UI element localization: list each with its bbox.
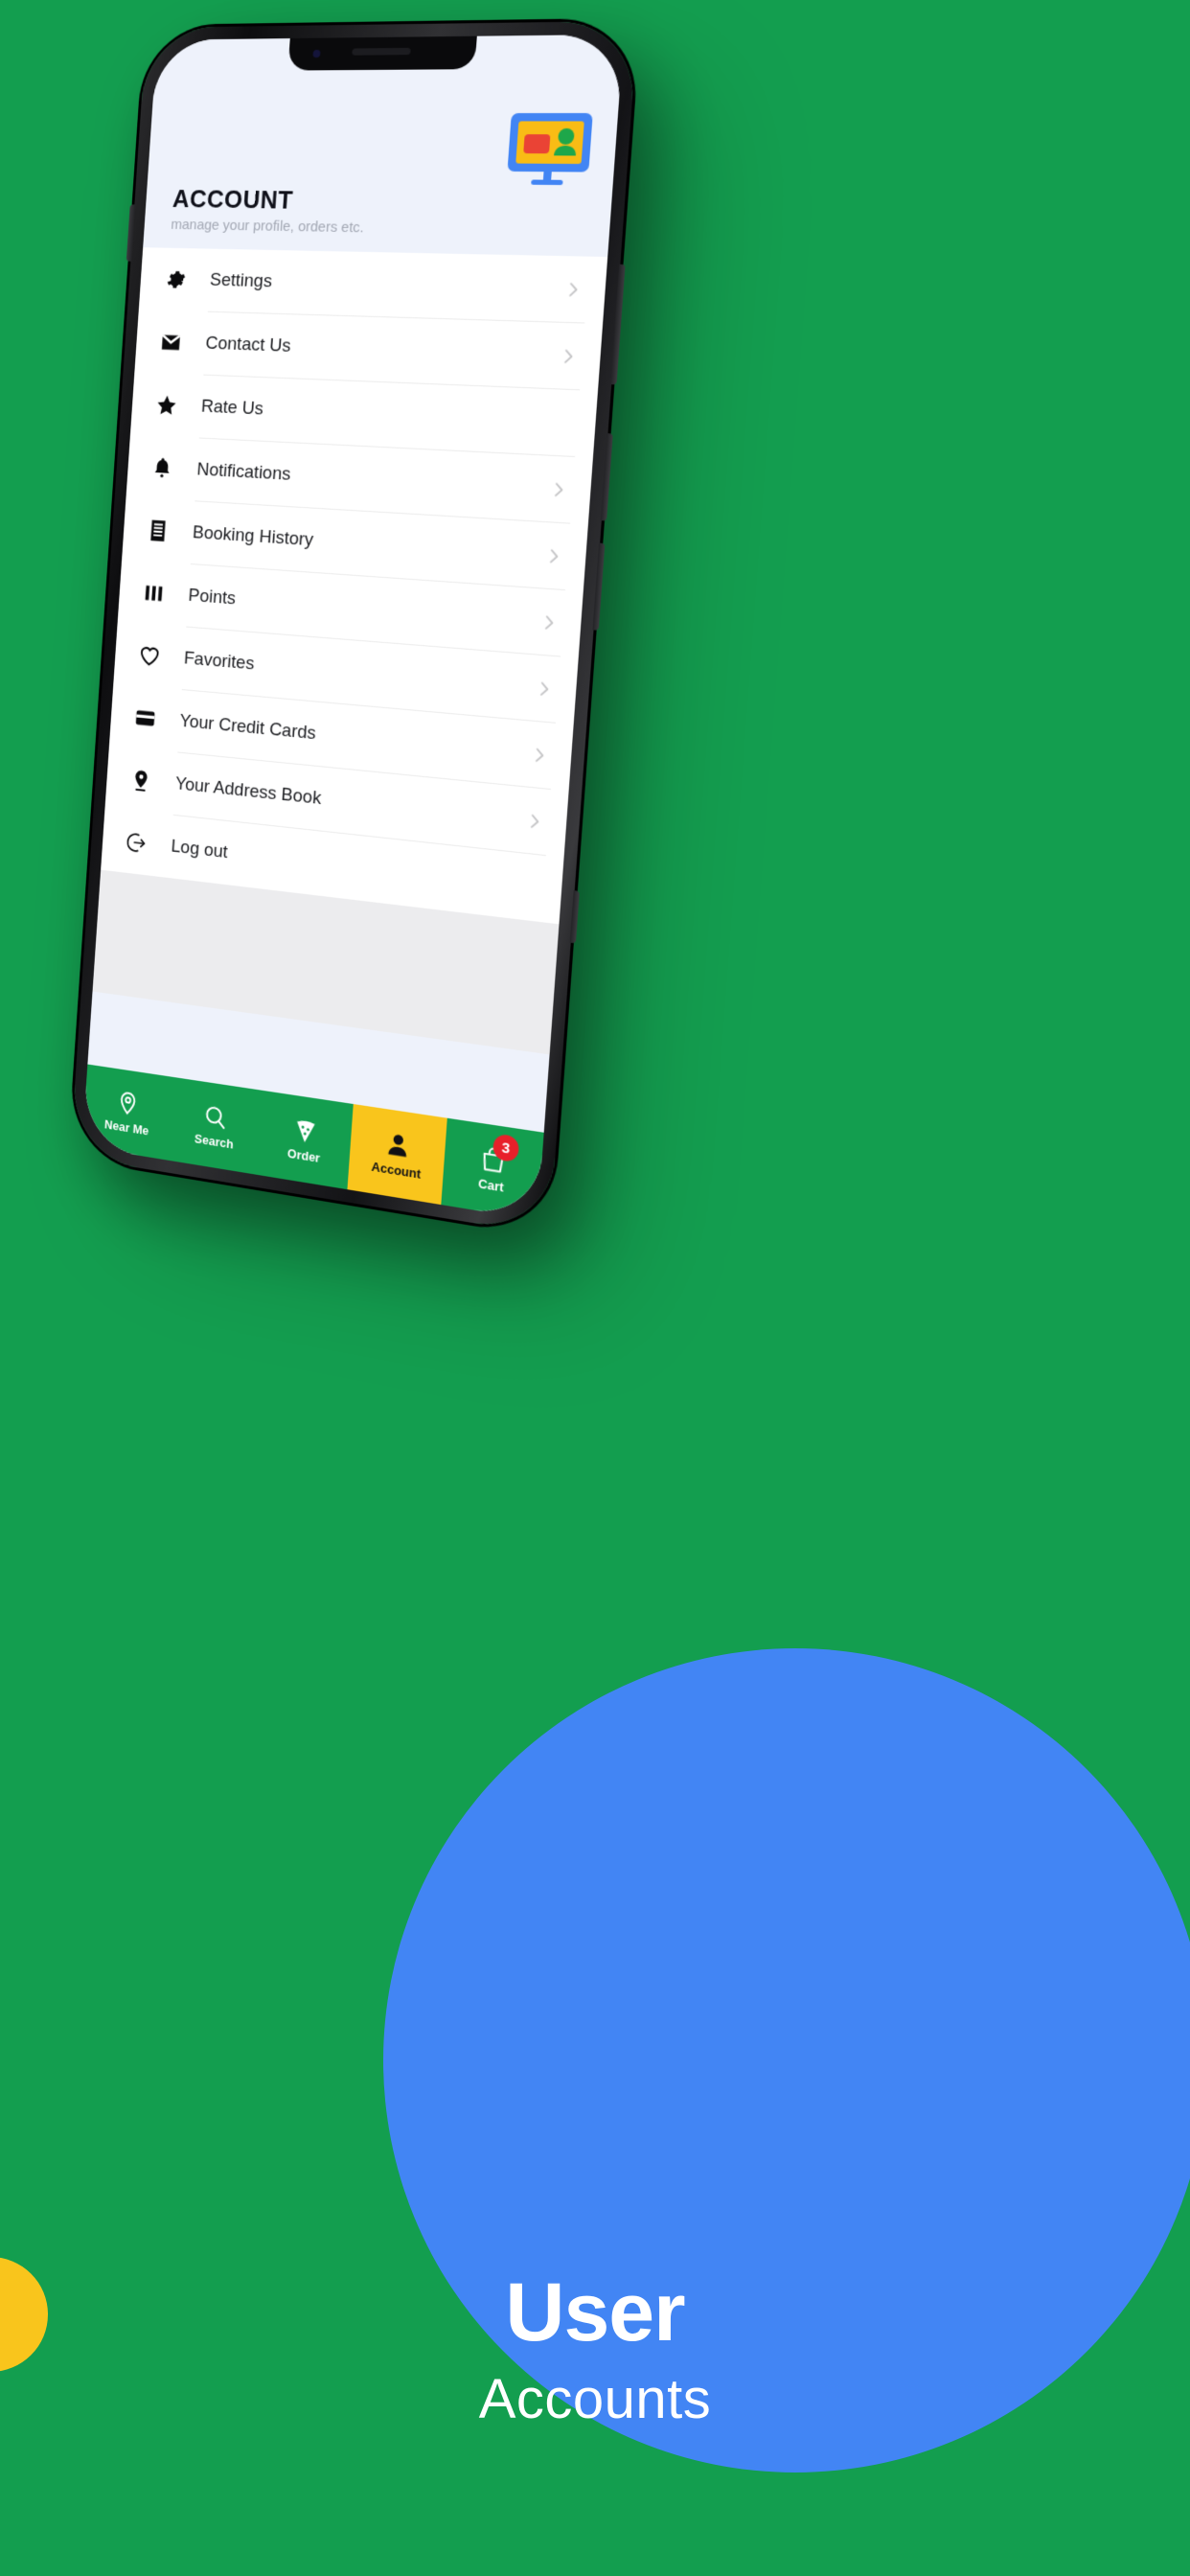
phone-notch	[287, 35, 477, 71]
phone-volume-down-button[interactable]	[592, 542, 606, 631]
pizza-slice-icon	[291, 1116, 319, 1146]
page-subtitle: manage your profile, orders etc.	[170, 216, 365, 237]
header-text-block: ACCOUNT manage your profile, orders etc.	[171, 184, 367, 236]
caption-subtitle: Accounts	[478, 2368, 712, 2430]
chevron-right-icon	[543, 545, 564, 566]
heart-icon	[137, 642, 177, 670]
chevron-right-icon	[524, 811, 545, 833]
front-camera-icon	[312, 49, 321, 58]
nav-item-near-me[interactable]: Near Me	[82, 1065, 174, 1161]
gear-icon	[163, 267, 204, 293]
nav-item-label: Near Me	[103, 1116, 149, 1138]
map-pin-outline-icon	[115, 1088, 141, 1117]
chevron-right-icon	[562, 279, 584, 300]
nav-item-search[interactable]: Search	[168, 1077, 263, 1175]
phone-mute-switch[interactable]	[126, 204, 136, 262]
logout-icon	[125, 829, 165, 858]
phone-side-button[interactable]	[569, 890, 580, 944]
person-icon	[383, 1129, 412, 1161]
nav-item-label: Order	[286, 1145, 321, 1165]
bell-icon	[150, 455, 191, 482]
chevron-right-icon	[558, 346, 579, 367]
phone-screen: ACCOUNT manage your profile, orders etc.…	[81, 34, 625, 1221]
earpiece-speaker	[352, 47, 411, 56]
bars-icon	[142, 580, 182, 608]
caption-block: User Accounts	[0, 2271, 1190, 2431]
nav-item-label: Cart	[477, 1175, 505, 1195]
nav-item-cart[interactable]: 3 Cart	[442, 1118, 544, 1221]
phone-body: ACCOUNT manage your profile, orders etc.…	[70, 20, 638, 1236]
credit-card-icon	[133, 705, 173, 733]
envelope-icon	[159, 330, 199, 356]
phone-mockup: ACCOUNT manage your profile, orders etc.…	[69, 20, 638, 1255]
phone-volume-up-button[interactable]	[600, 433, 613, 521]
caption-title: User	[505, 2266, 685, 2358]
nav-item-label: Account	[371, 1158, 422, 1182]
map-pin-icon	[128, 767, 169, 795]
star-icon	[154, 393, 195, 420]
receipt-icon	[146, 518, 186, 544]
chevron-right-icon	[534, 678, 555, 701]
menu-item-label: Settings	[209, 269, 273, 292]
chevron-right-icon	[538, 612, 560, 634]
monitor-user-card-icon	[503, 110, 596, 188]
bottom-navigation-bar: Near Me Search Order Account 3 Cart	[81, 1064, 544, 1221]
nav-item-account[interactable]: Account	[347, 1104, 447, 1206]
phone-power-button[interactable]	[610, 264, 626, 385]
menu-item-label: Favorites	[183, 648, 256, 675]
page-title: ACCOUNT	[172, 184, 294, 215]
chevron-right-icon	[548, 479, 569, 500]
search-icon	[202, 1101, 229, 1132]
chevron-right-icon	[529, 745, 550, 767]
menu-item-label: Points	[187, 585, 237, 610]
account-menu-list: Settings Contact Us Rate Us Notification…	[101, 247, 608, 925]
nav-item-label: Search	[194, 1130, 235, 1152]
menu-item-label: Rate Us	[200, 396, 264, 420]
menu-item-label: Booking History	[192, 522, 314, 551]
menu-item-label: Contact Us	[204, 333, 292, 356]
nav-item-order[interactable]: Order	[257, 1091, 354, 1189]
menu-item-label: Notifications	[195, 459, 292, 485]
